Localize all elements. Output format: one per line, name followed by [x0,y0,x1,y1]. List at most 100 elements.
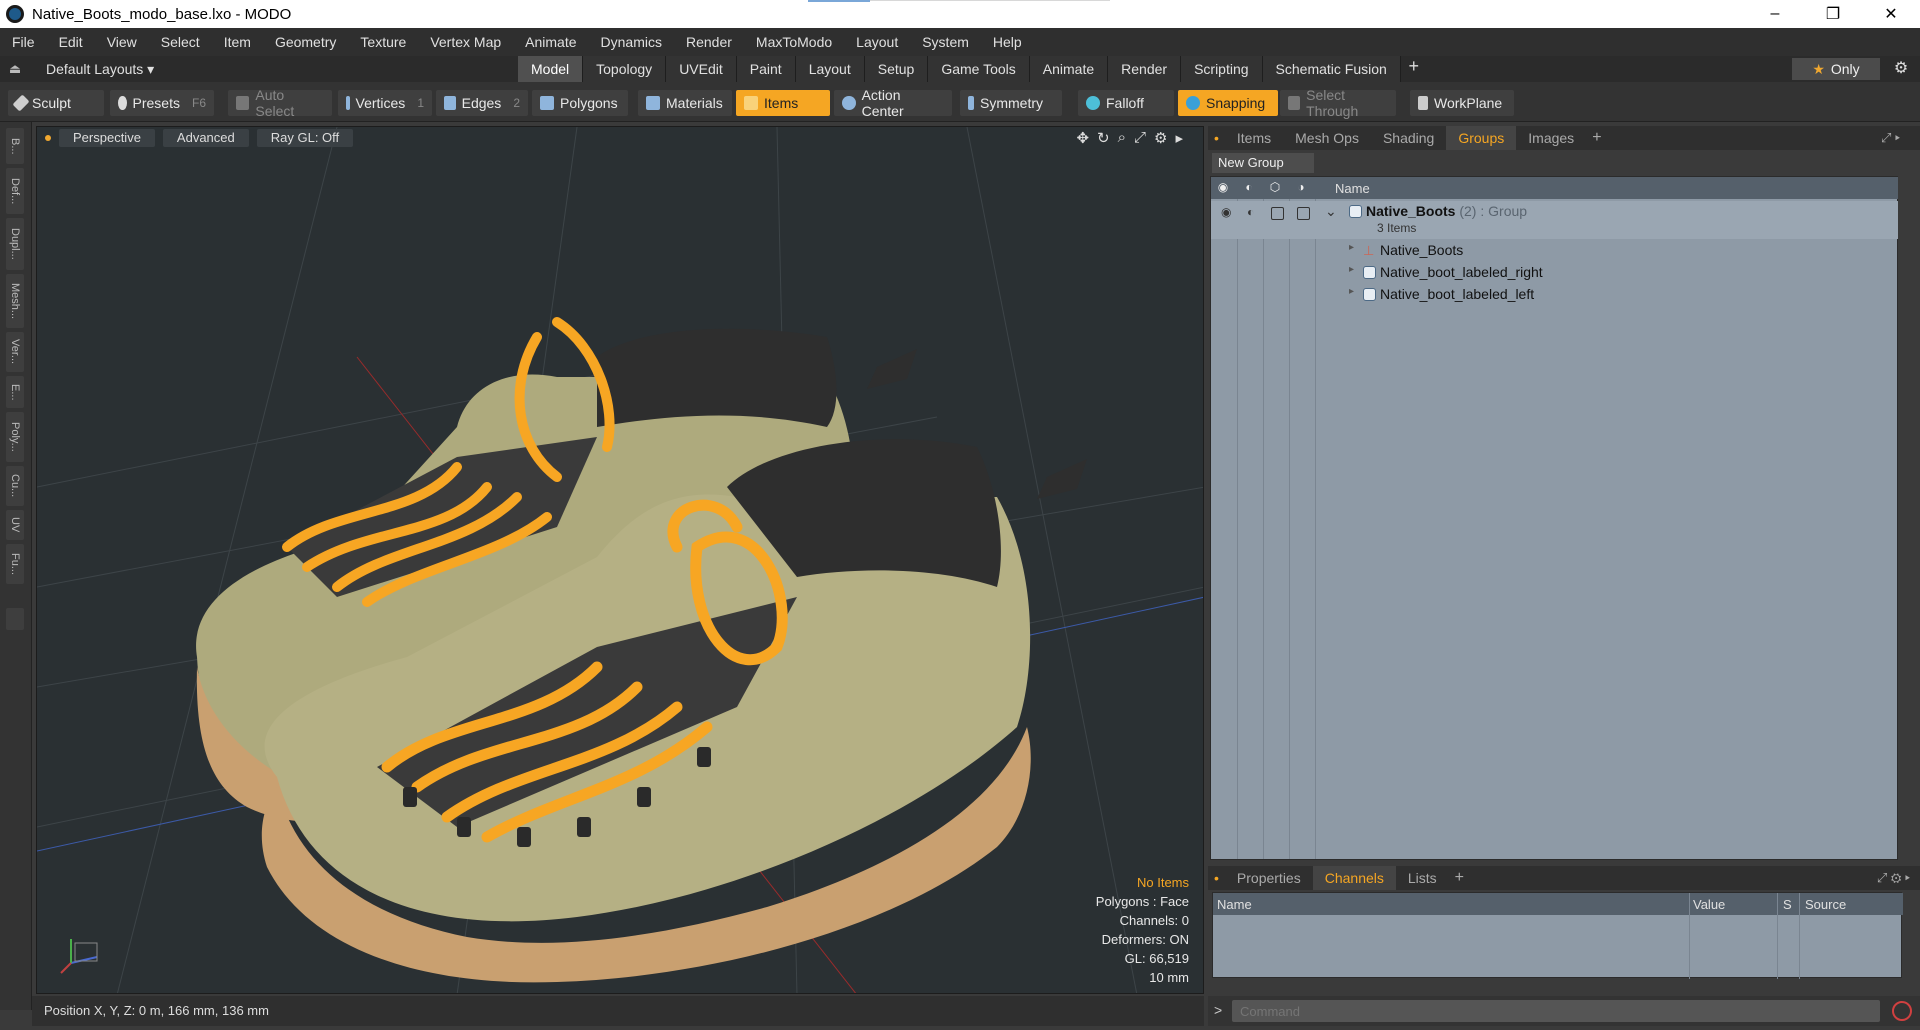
add-panel-tab-button[interactable]: + [1586,129,1607,147]
collapse-arrow-icon[interactable]: ⌄ [1325,203,1337,220]
tab-images[interactable]: Images [1516,126,1586,150]
snapping-button[interactable]: Snapping [1178,90,1278,116]
tab-properties[interactable]: Properties [1225,866,1313,890]
menu-item[interactable]: Item [212,34,263,50]
select-checkbox[interactable] [1297,207,1310,220]
new-group-button[interactable]: New Group [1212,153,1314,173]
menu-dynamics[interactable]: Dynamics [589,34,674,50]
strip-tab-uv[interactable]: UV [6,510,24,540]
tree-row-item[interactable]: ▸ Native_boot_labeled_left [1211,283,1899,305]
only-button[interactable]: ★ Only [1792,58,1880,80]
items-button[interactable]: Items [736,90,830,116]
layouts-dropdown[interactable]: Default Layouts ▾ [30,61,160,78]
command-input[interactable] [1232,1000,1880,1022]
select-column-icon[interactable]: ◑ [1293,180,1309,196]
tab-topology[interactable]: Topology [583,56,667,82]
close-button[interactable]: ✕ [1862,0,1920,28]
fit-icon[interactable]: ⤢ [1134,129,1146,147]
tree-row-item[interactable]: ▸ Native_boot_labeled_right [1211,261,1899,283]
record-macro-icon[interactable] [1892,1001,1912,1021]
tab-layout[interactable]: Layout [795,56,865,82]
tab-paint[interactable]: Paint [736,56,796,82]
panel-menu-dot[interactable]: • [1208,866,1225,890]
viewport-settings-icon[interactable]: ⚙ [1154,129,1167,147]
tree-row-group[interactable]: ◉ ◐ ⌄ Native_Boots (2) : Group 3 Items [1211,201,1899,239]
falloff-button[interactable]: Falloff [1078,90,1174,116]
channels-panel-tools-icon[interactable]: ⤢ ⚙ ▸ [1877,870,1910,886]
tree-row-item[interactable]: ▸ ⊥ Native_Boots [1211,239,1899,261]
tab-channels[interactable]: Channels [1312,866,1396,890]
polygons-button[interactable]: Polygons [532,90,628,116]
strip-tab-edge[interactable]: E... [6,376,24,408]
strip-expand-button[interactable] [6,608,24,630]
minimize-button[interactable]: – [1746,0,1804,28]
edges-button[interactable]: Edges 2 [436,90,528,116]
materials-button[interactable]: Materials [638,90,732,116]
advanced-shading-button[interactable]: Advanced [162,129,249,147]
menu-file[interactable]: File [0,34,47,50]
menu-help[interactable]: Help [981,34,1034,50]
groups-scrollbar[interactable] [1898,176,1914,860]
presets-button[interactable]: Presets F6 [110,90,214,116]
maximize-button[interactable]: ❐ [1804,0,1862,28]
symmetry-button[interactable]: Symmetry [960,90,1062,116]
viewport-menu-dot[interactable] [45,135,51,141]
strip-tab-deform[interactable]: Def... [6,168,24,214]
menu-system[interactable]: System [910,34,981,50]
panel-expand-icon[interactable]: ⤢ ▸ [1881,130,1900,146]
home-icon[interactable]: ⏏ [0,61,30,77]
menu-render[interactable]: Render [674,34,744,50]
tab-game-tools[interactable]: Game Tools [928,56,1030,82]
eye-icon[interactable]: ◉ [1221,205,1231,219]
render-column-icon[interactable]: ◐ [1241,180,1257,196]
menu-vertex-map[interactable]: Vertex Map [418,34,513,50]
zoom-icon[interactable]: ⌕ [1118,129,1126,147]
render-icon[interactable]: ◐ [1247,205,1254,219]
tab-shading[interactable]: Shading [1371,126,1446,150]
auto-select-button[interactable]: Auto Select [228,87,332,119]
add-panel-tab-button[interactable]: + [1449,869,1470,887]
gear-icon[interactable]: ⚙ [1888,58,1914,80]
add-layout-tab-button[interactable]: + [1401,56,1427,82]
rotate-icon[interactable]: ↻ [1097,129,1110,147]
action-center-button[interactable]: Action Center [834,87,952,119]
strip-tab-polygon[interactable]: Poly... [6,412,24,462]
workplane-button[interactable]: WorkPlane [1410,90,1514,116]
tab-mesh-ops[interactable]: Mesh Ops [1283,126,1371,150]
tab-schematic-fusion[interactable]: Schematic Fusion [1262,56,1401,82]
tab-scripting[interactable]: Scripting [1181,56,1263,82]
strip-tab-duplicate[interactable]: Dupl... [6,218,24,270]
tab-groups[interactable]: Groups [1446,126,1517,150]
sculpt-button[interactable]: Sculpt [8,90,104,116]
strip-tab-fusion[interactable]: Fu... [6,544,24,584]
panel-menu-dot[interactable]: • [1208,126,1225,150]
tab-setup[interactable]: Setup [864,56,929,82]
menu-animate[interactable]: Animate [513,34,588,50]
menu-texture[interactable]: Texture [348,34,418,50]
menu-edit[interactable]: Edit [47,34,95,50]
tab-model[interactable]: Model [518,56,584,82]
perspective-view-button[interactable]: Perspective [59,129,155,147]
tab-lists[interactable]: Lists [1396,866,1449,890]
3d-viewport[interactable]: Perspective Advanced Ray GL: Off ✥ ↻ ⌕ ⤢… [36,126,1204,994]
tab-uvedit[interactable]: UVEdit [666,56,737,82]
menu-layout[interactable]: Layout [844,34,910,50]
vertices-button[interactable]: Vertices 1 [338,90,432,116]
select-through-button[interactable]: Select Through [1280,87,1396,119]
strip-tab-vertex[interactable]: Ver... [6,332,24,372]
viewport-expand-icon[interactable]: ▸ [1175,129,1183,147]
menu-view[interactable]: View [95,34,149,50]
raygl-toggle[interactable]: Ray GL: Off [256,129,354,147]
strip-tab-curve[interactable]: Cu... [6,466,24,506]
strip-tab-mesh[interactable]: Mesh... [6,274,24,328]
menu-geometry[interactable]: Geometry [263,34,348,50]
pan-icon[interactable]: ✥ [1076,129,1089,147]
lock-column-icon[interactable]: ⬡ [1267,180,1283,196]
lock-checkbox[interactable] [1271,207,1284,220]
visibility-column-icon[interactable]: ◉ [1215,180,1231,196]
strip-tab-basic[interactable]: B... [6,128,24,164]
tab-items[interactable]: Items [1225,126,1283,150]
menu-maxtomodo[interactable]: MaxToModo [744,34,844,50]
menu-select[interactable]: Select [149,34,212,50]
tab-render[interactable]: Render [1108,56,1182,82]
